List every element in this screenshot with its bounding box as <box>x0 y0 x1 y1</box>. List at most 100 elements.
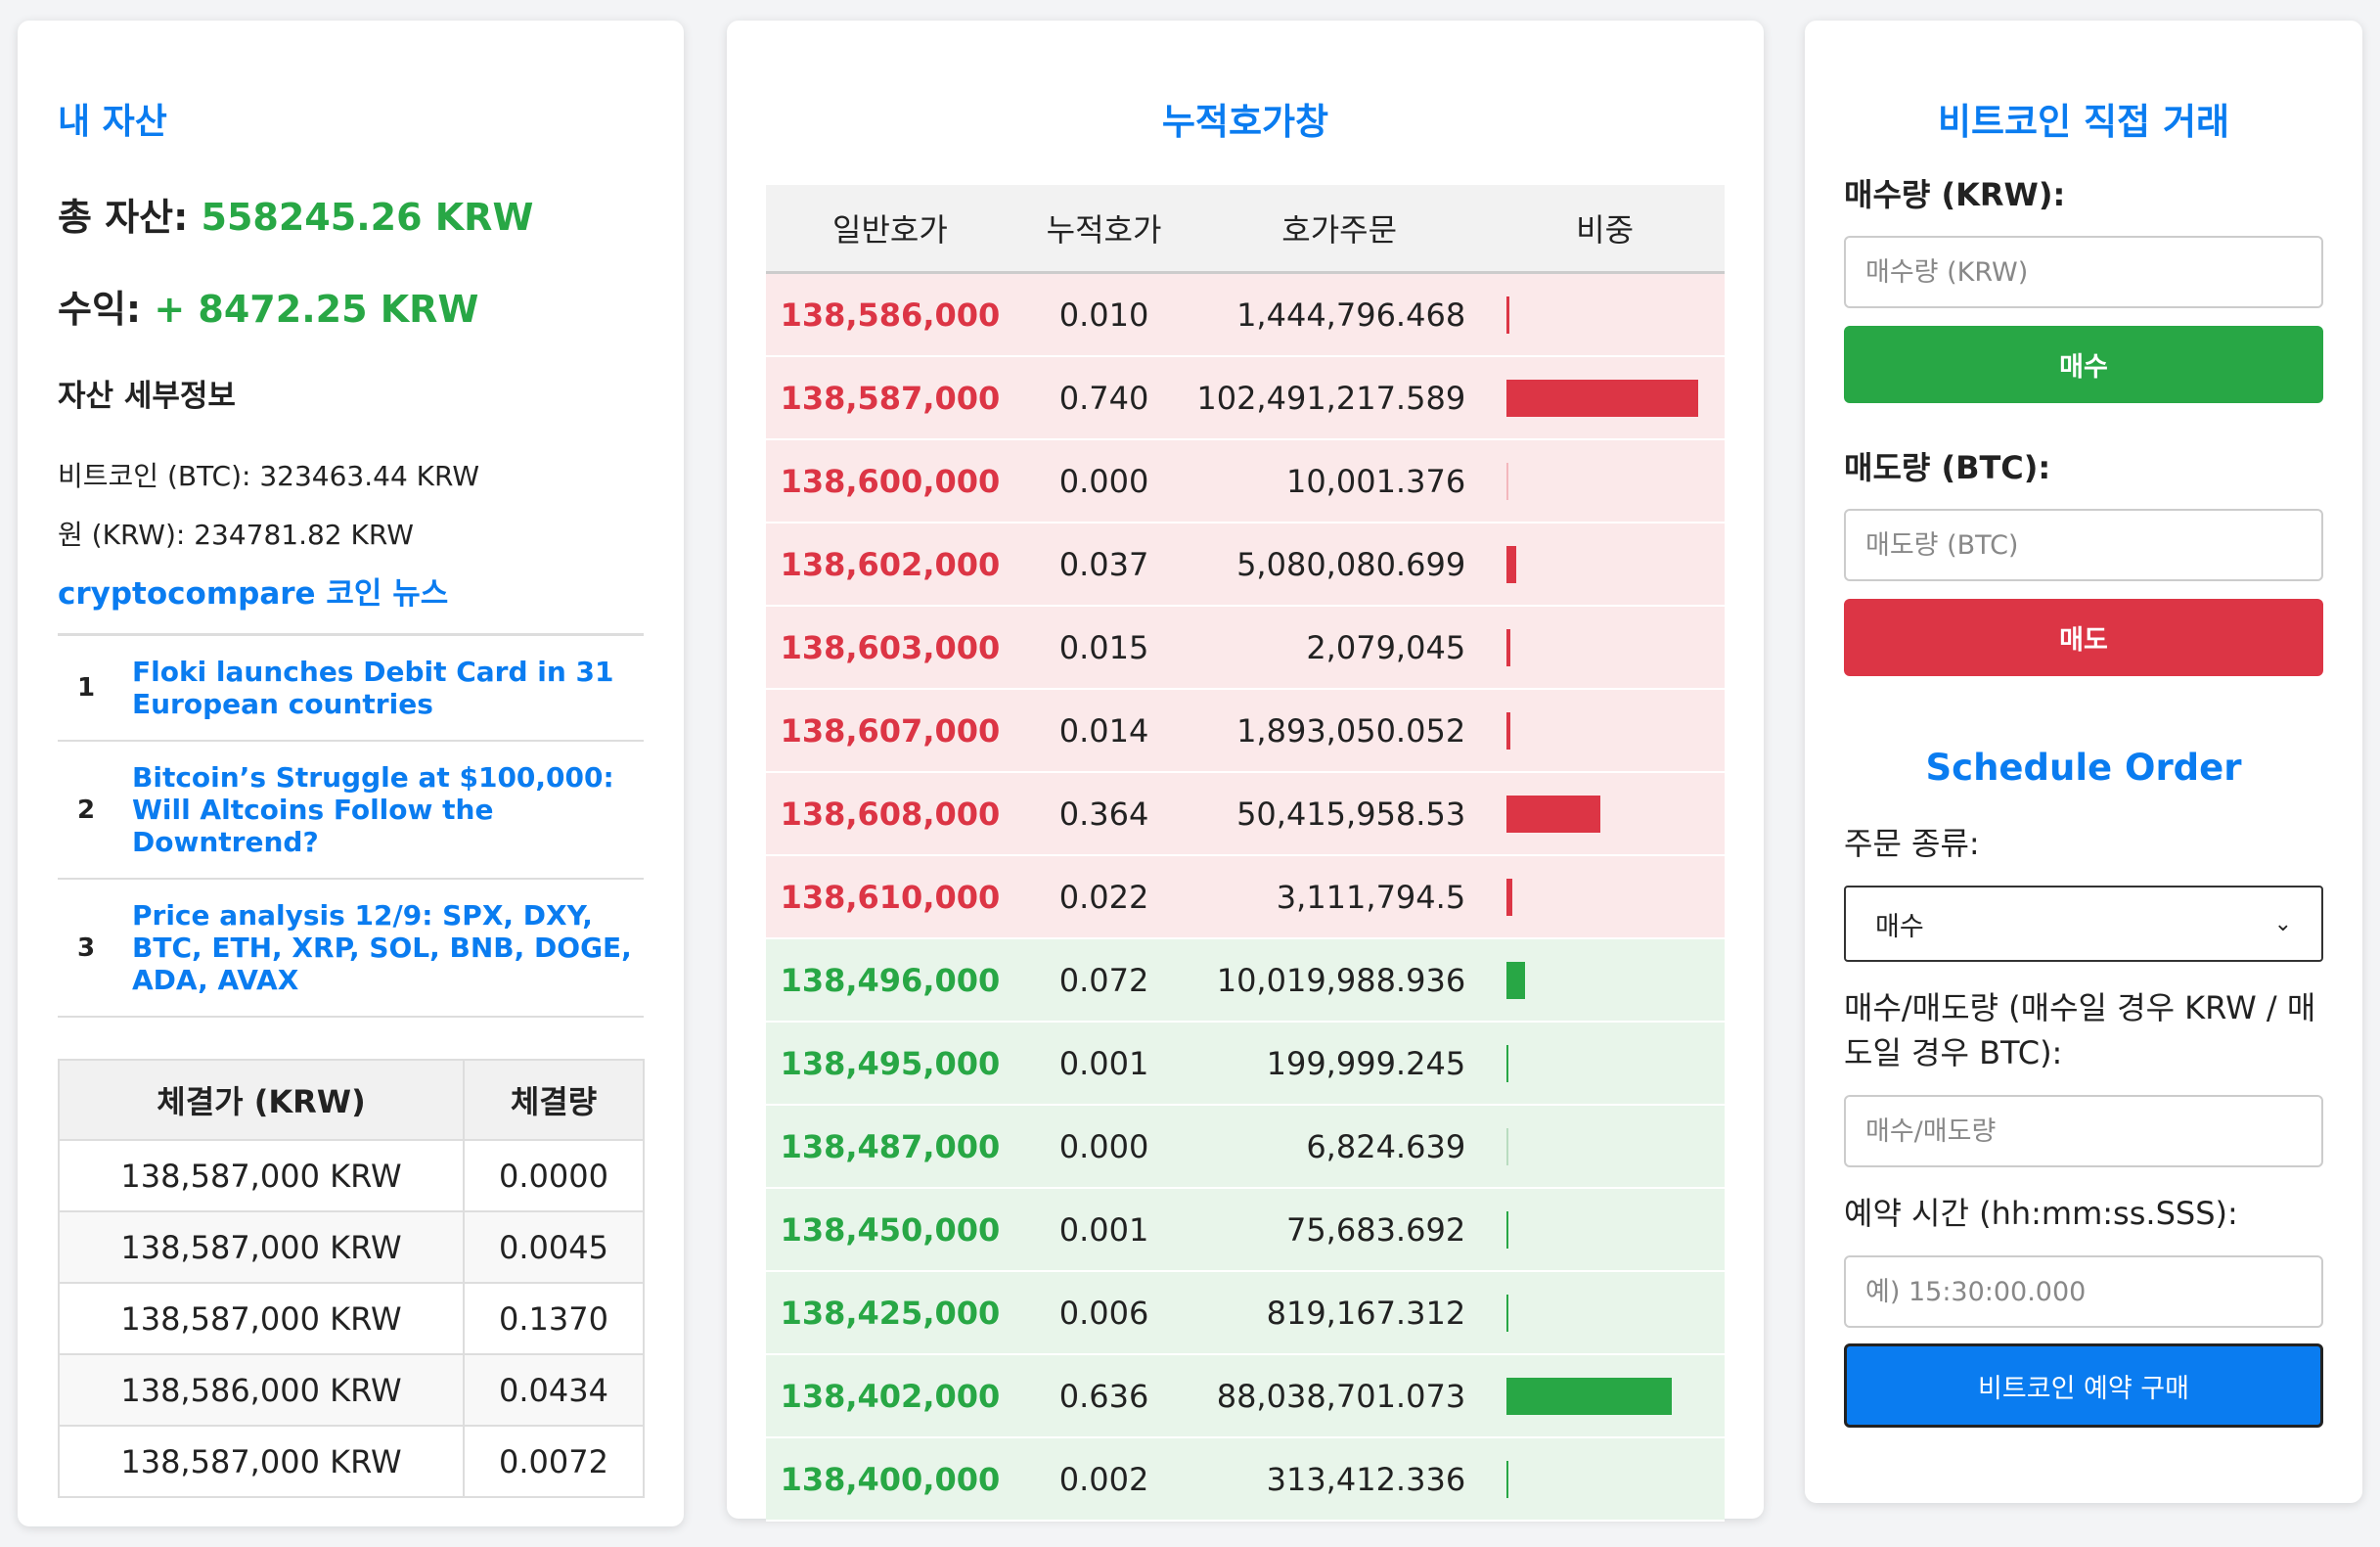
sell-button[interactable]: 매도 <box>1844 599 2323 676</box>
ask-row: 138,610,000 0.022 3,111,794.5 <box>766 855 1725 939</box>
accumulated-amount: 0.037 <box>1013 523 1194 607</box>
direct-trade-title: 비트코인 직접 거래 <box>1937 101 2230 143</box>
column-header-accumulated: 누적호가 <box>1013 185 1194 274</box>
order-amount: 10,001.376 <box>1193 439 1486 523</box>
weight-bar <box>1506 628 1511 666</box>
trade-history-table: 체결가 (KRW) 체결량 138,587,000 KRW 0.0000 138… <box>58 1059 645 1498</box>
accumulated-amount: 0.010 <box>1013 272 1194 357</box>
accumulated-amount: 0.636 <box>1013 1354 1194 1438</box>
order-type-selected: 매수 <box>1875 911 1924 942</box>
order-price: 138,487,000 <box>766 1105 1014 1189</box>
order-amount-input[interactable] <box>1844 1095 2323 1167</box>
trade-volume: 0.0045 <box>463 1210 645 1284</box>
buy-button[interactable]: 매수 <box>1844 326 2323 403</box>
weight-cell <box>1485 1271 1725 1355</box>
news-number: 2 <box>77 795 96 825</box>
trade-volume: 0.0072 <box>463 1425 645 1498</box>
accumulated-amount: 0.015 <box>1013 606 1194 690</box>
order-price: 138,610,000 <box>766 855 1014 939</box>
weight-cell <box>1485 1022 1725 1106</box>
ask-row: 138,587,000 0.740 102,491,217.589 <box>766 356 1725 440</box>
orderbook-title: 누적호가창 <box>1161 101 1329 143</box>
ask-row: 138,607,000 0.014 1,893,050.052 <box>766 689 1725 773</box>
weight-cell <box>1485 855 1725 939</box>
weight-bar <box>1506 1377 1673 1415</box>
news-title: cryptocompare 코인 뉴스 <box>58 574 644 636</box>
order-price: 138,425,000 <box>766 1271 1014 1355</box>
weight-cell <box>1485 1188 1725 1272</box>
column-header-order: 호가주문 <box>1193 185 1486 274</box>
weight-bar <box>1506 1127 1509 1165</box>
accumulated-amount: 0.002 <box>1013 1437 1194 1522</box>
bid-row: 138,425,000 0.006 819,167.312 <box>766 1271 1725 1355</box>
sell-amount-input[interactable] <box>1844 509 2323 581</box>
trade-price: 138,587,000 KRW <box>58 1210 465 1284</box>
assets-panel: 내 자산 총 자산: 558245.26 KRW 수익: + 8472.25 K… <box>18 21 684 1526</box>
accumulated-amount: 0.001 <box>1013 1188 1194 1272</box>
weight-bar <box>1506 961 1526 999</box>
bid-row: 138,450,000 0.001 75,683.692 <box>766 1188 1725 1272</box>
order-price: 138,450,000 <box>766 1188 1014 1272</box>
trade-price: 138,587,000 KRW <box>58 1425 465 1498</box>
weight-cell <box>1485 439 1725 523</box>
column-header-weight: 비중 <box>1485 185 1725 274</box>
weight-bar <box>1506 1210 1509 1249</box>
table-header-row: 일반호가 누적호가 호가주문 비중 <box>766 185 1725 274</box>
order-price: 138,495,000 <box>766 1022 1014 1106</box>
chevron-down-icon: ⌄ <box>2273 911 2292 936</box>
schedule-order-title: Schedule Order <box>1925 747 2242 789</box>
order-price: 138,586,000 <box>766 272 1014 357</box>
weight-cell <box>1485 1354 1725 1438</box>
orderbook-panel: 누적호가창 일반호가 누적호가 호가주문 비중 138,586,000 0.010… <box>727 21 1764 1522</box>
weight-cell <box>1485 356 1725 440</box>
order-type-select[interactable]: 매수 ⌄ <box>1844 886 2323 962</box>
weight-bar <box>1506 1460 1509 1498</box>
table-row: 138,586,000 KRW 0.0434 <box>58 1353 645 1427</box>
accumulated-amount: 0.006 <box>1013 1271 1194 1355</box>
news-link[interactable]: Bitcoin’s Struggle at $100,000: Will Alt… <box>132 761 644 858</box>
total-assets: 총 자산: 558245.26 KRW <box>58 193 644 242</box>
weight-cell <box>1485 523 1725 607</box>
accumulated-amount: 0.072 <box>1013 938 1194 1023</box>
table-header-row: 체결가 (KRW) 체결량 <box>58 1059 645 1141</box>
weight-bar <box>1506 878 1513 916</box>
order-amount: 1,893,050.052 <box>1193 689 1486 773</box>
schedule-buy-button[interactable]: 비트코인 예약 구매 <box>1844 1343 2323 1428</box>
news-link[interactable]: Price analysis 12/9: SPX, DXY, BTC, ETH,… <box>132 899 644 996</box>
order-amount: 199,999.245 <box>1193 1022 1486 1106</box>
krw-balance: 원 (KRW): 234781.82 KRW <box>58 519 414 551</box>
profit: 수익: + 8472.25 KRW <box>58 285 644 334</box>
trade-panel: 비트코인 직접 거래 매수량 (KRW): 매수 매도량 (BTC): 매도 S… <box>1805 21 2362 1503</box>
buy-amount-label: 매수량 (KRW): <box>1844 176 2066 213</box>
order-amount: 1,444,796.468 <box>1193 272 1486 357</box>
accumulated-amount: 0.022 <box>1013 855 1194 939</box>
order-amount: 2,079,045 <box>1193 606 1486 690</box>
bid-row: 138,400,000 0.002 313,412.336 <box>766 1437 1725 1522</box>
order-price: 138,496,000 <box>766 938 1014 1023</box>
order-time-input[interactable] <box>1844 1255 2323 1328</box>
weight-cell <box>1485 772 1725 856</box>
accumulated-amount: 0.000 <box>1013 439 1194 523</box>
accumulated-amount: 0.001 <box>1013 1022 1194 1106</box>
order-price: 138,608,000 <box>766 772 1014 856</box>
order-time-label: 예약 시간 (hh:mm:ss.SSS): <box>1844 1195 2238 1232</box>
trade-volume: 0.1370 <box>463 1282 645 1355</box>
news-item: 1 Floki launches Debit Card in 31 Europe… <box>58 636 644 742</box>
column-header-volume: 체결량 <box>463 1059 645 1141</box>
order-amount-label: 매수/매도량 (매수일 경우 KRW / 매도일 경우 BTC): <box>1844 989 2316 1071</box>
accumulated-amount: 0.000 <box>1013 1105 1194 1189</box>
total-assets-value: 558245.26 KRW <box>201 196 534 239</box>
order-amount: 313,412.336 <box>1193 1437 1486 1522</box>
order-amount: 6,824.639 <box>1193 1105 1486 1189</box>
news-link[interactable]: Floki launches Debit Card in 31 European… <box>132 656 644 720</box>
accumulated-amount: 0.740 <box>1013 356 1194 440</box>
buy-amount-input[interactable] <box>1844 236 2323 308</box>
accumulated-amount: 0.014 <box>1013 689 1194 773</box>
news-item: 3 Price analysis 12/9: SPX, DXY, BTC, ET… <box>58 880 644 1018</box>
trade-volume: 0.0434 <box>463 1353 645 1427</box>
bid-row: 138,495,000 0.001 199,999.245 <box>766 1022 1725 1106</box>
trade-price: 138,586,000 KRW <box>58 1353 465 1427</box>
btc-balance: 비트코인 (BTC): 323463.44 KRW <box>58 460 480 492</box>
bid-row: 138,402,000 0.636 88,038,701.073 <box>766 1354 1725 1438</box>
bid-row: 138,496,000 0.072 10,019,988.936 <box>766 938 1725 1023</box>
